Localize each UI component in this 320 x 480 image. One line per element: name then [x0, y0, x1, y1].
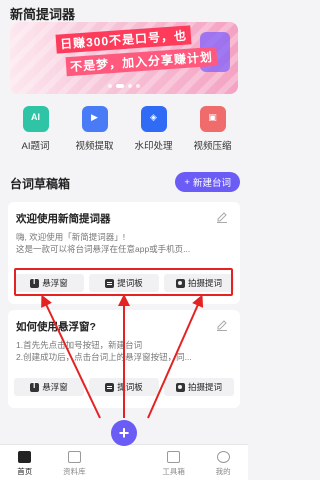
home-icon — [18, 451, 32, 463]
tool-grid: AI AI题词 ▶ 视频提取 ◈ 水印处理 ▣ 视频压缩 — [6, 106, 242, 160]
tool-video-extract[interactable]: ▶ 视频提取 — [67, 106, 123, 160]
drafts-section-title: 台词草稿箱 — [10, 177, 71, 191]
draft-preview: 1.首先先点击加号按钮，新建台词 2.创建成功后，点击台词上的悬浮窗按钮，同..… — [16, 340, 192, 362]
float-window-button[interactable]: 悬浮窗 — [14, 378, 84, 396]
clipboard-icon — [105, 278, 115, 288]
draft-preview: 嗨, 欢迎使用「新简提词器」! 这是一款可以将台词悬浮在任意app或手机页... — [16, 232, 191, 254]
banner-pager — [10, 84, 238, 88]
tab-home[interactable]: 首页 — [0, 445, 50, 480]
ai-icon: AI — [22, 106, 49, 132]
float-window-icon — [30, 277, 40, 288]
promo-banner[interactable]: 日赚300不是口号，也 不是梦，加入分享赚计划 — [10, 22, 238, 94]
bottom-tab-bar: 首页 资料库 工具箱 我的 — [0, 444, 248, 480]
draft-actions: 悬浮窗 提词板 拍摄提词 — [14, 378, 234, 396]
tab-library[interactable]: 资料库 — [50, 445, 100, 480]
add-script-fab[interactable]: + — [111, 420, 137, 446]
video-extract-icon: ▶ — [81, 106, 108, 132]
camera-icon — [175, 278, 185, 288]
tab-mine[interactable]: 我的 — [198, 445, 248, 480]
plus-icon: + — [184, 176, 190, 188]
pager-dot-active — [116, 84, 124, 88]
draft-title: 欢迎使用新简提词器 — [16, 213, 111, 225]
app-title: 新简提词器 — [10, 7, 76, 22]
edit-icon[interactable] — [216, 211, 228, 223]
tool-ai-prompt[interactable]: AI AI题词 — [8, 106, 64, 160]
float-window-button[interactable]: 悬浮窗 — [14, 274, 84, 292]
pager-dot — [136, 84, 140, 88]
tool-label: 水印处理 — [134, 141, 173, 152]
new-script-label: 新建台词 — [192, 178, 231, 189]
tool-label: AI题词 — [21, 141, 50, 152]
camera-icon — [175, 382, 185, 392]
tool-label: 视频压缩 — [193, 141, 232, 152]
draft-card[interactable]: 欢迎使用新简提词器 嗨, 欢迎使用「新简提词器」! 这是一款可以将台词悬浮在任意… — [8, 202, 240, 304]
float-window-icon — [30, 381, 40, 392]
toolbox-icon — [167, 451, 181, 463]
plus-icon: + — [118, 423, 130, 443]
draft-card[interactable]: 如何使用悬浮窗? 1.首先先点击加号按钮，新建台词 2.创建成功后，点击台词上的… — [8, 310, 240, 408]
pager-dot — [128, 84, 132, 88]
watermark-icon: ◈ — [140, 106, 167, 132]
tab-spacer — [99, 445, 149, 480]
clipboard-icon — [105, 382, 115, 392]
record-prompt-button[interactable]: 拍摄提词 — [164, 274, 234, 292]
draft-title: 如何使用悬浮窗? — [16, 321, 96, 333]
tab-toolbox[interactable]: 工具箱 — [149, 445, 199, 480]
new-script-button[interactable]: + 新建台词 — [175, 172, 240, 192]
profile-icon — [216, 451, 230, 463]
record-prompt-button[interactable]: 拍摄提词 — [164, 378, 234, 396]
edit-icon[interactable] — [216, 319, 228, 331]
tool-video-compress[interactable]: ▣ 视频压缩 — [185, 106, 241, 160]
tool-label: 视频提取 — [75, 141, 114, 152]
draft-actions: 悬浮窗 提词板 拍摄提词 — [14, 274, 234, 292]
library-icon — [67, 451, 81, 463]
pager-dot — [108, 84, 112, 88]
prompter-board-button[interactable]: 提词板 — [89, 378, 159, 396]
tool-watermark[interactable]: ◈ 水印处理 — [126, 106, 182, 160]
video-compress-icon: ▣ — [199, 106, 226, 132]
prompter-board-button[interactable]: 提词板 — [89, 274, 159, 292]
